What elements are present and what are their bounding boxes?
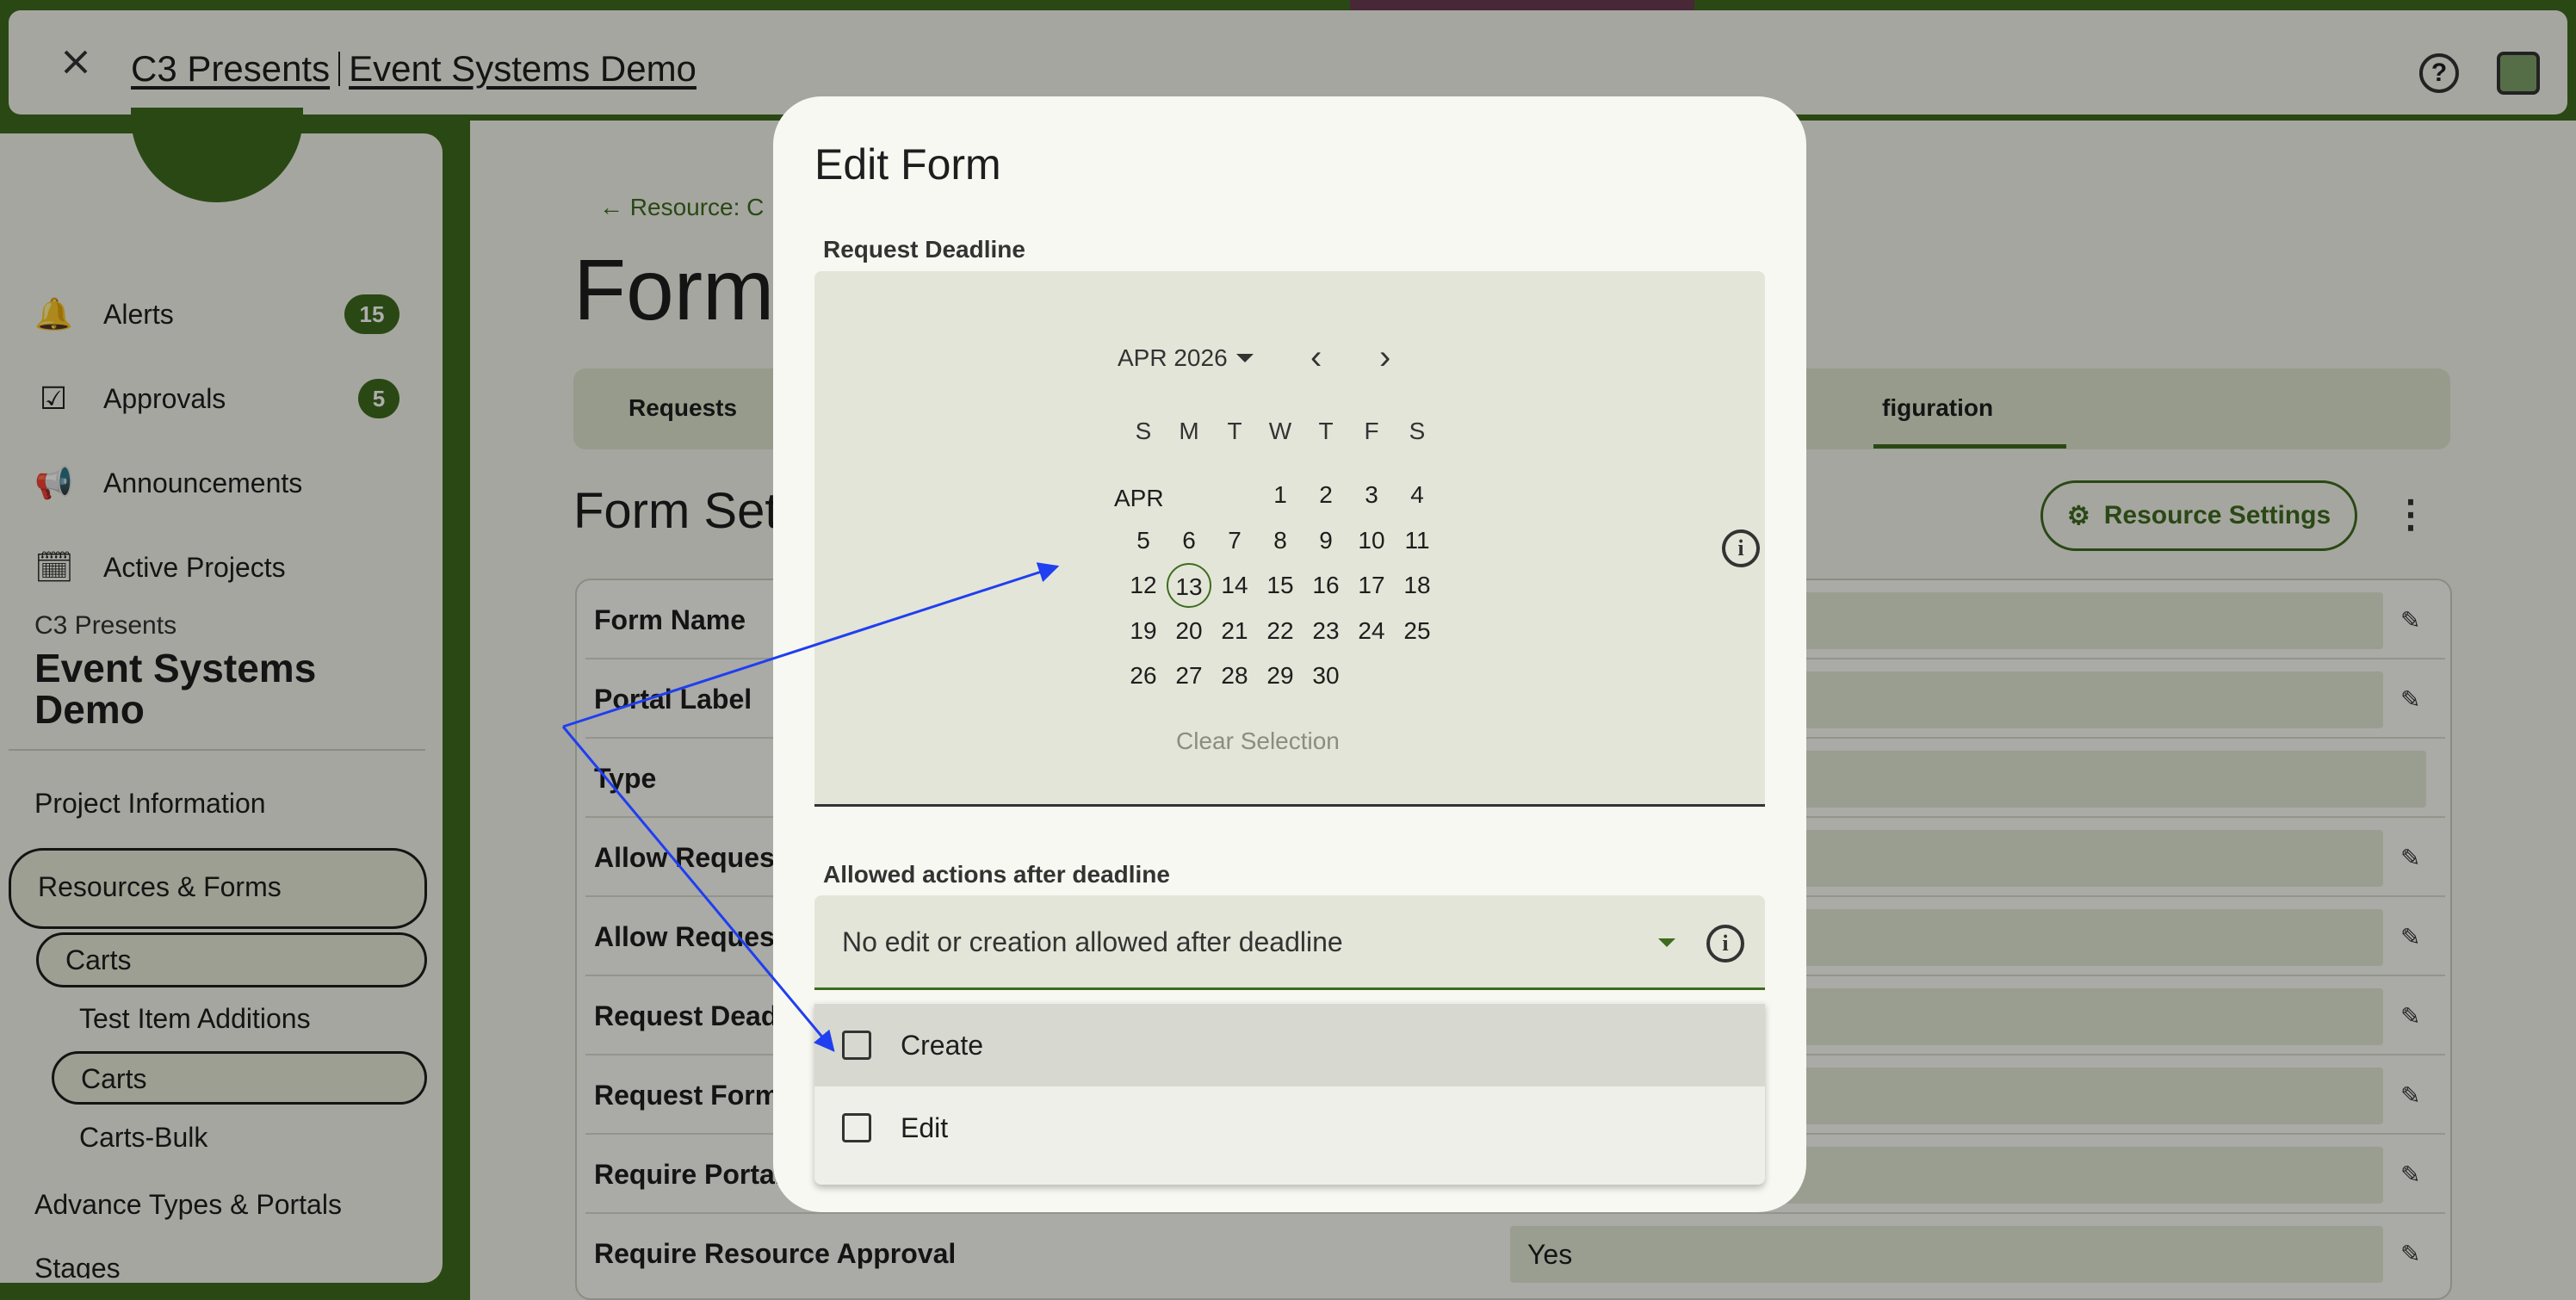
calendar-day[interactable]: 30 [1303,653,1348,698]
calendar-day[interactable]: 1 [1258,473,1303,517]
weekday-label: W [1268,418,1292,444]
menu-item-edit[interactable]: Edit [814,1086,1765,1169]
calendar-day[interactable]: 10 [1349,518,1394,563]
calendar-month-label: APR [1114,485,1164,511]
calendar-day[interactable]: 8 [1258,518,1303,563]
checkbox[interactable] [842,1031,871,1060]
calendar-day[interactable]: 26 [1121,653,1166,698]
select-value: No edit or creation allowed after deadli… [842,926,1343,957]
menu-item-create[interactable]: Create [814,1004,1765,1086]
month-year-label: APR 2026 [1118,344,1228,371]
calendar-day[interactable]: 4 [1395,473,1440,517]
calendar-day[interactable]: 11 [1395,518,1440,563]
calendar-day[interactable]: 2 [1303,473,1348,517]
calendar-day[interactable]: 22 [1258,609,1303,653]
calendar-day[interactable]: 28 [1212,653,1257,698]
dropdown-arrow-icon [1658,938,1675,947]
calendar-day[interactable]: 17 [1349,563,1394,608]
dialog-title: Edit Form [814,140,1001,189]
calendar-day[interactable]: 15 [1258,563,1303,608]
weekday-label: T [1318,418,1334,444]
menu-item-label: Edit [901,1111,949,1143]
chevron-left-icon[interactable]: ‹ [1310,338,1322,377]
request-deadline-label: Request Deadline [823,236,1025,263]
dropdown-arrow-icon [1235,354,1254,362]
calendar-day[interactable]: 14 [1212,563,1257,608]
weekday-label: S [1409,418,1426,444]
month-year-selector[interactable]: APR 2026 [1118,344,1254,372]
calendar-day[interactable]: 9 [1303,518,1348,563]
actions-dropdown-menu: Create Edit [814,1002,1765,1185]
calendar-day[interactable]: 19 [1121,609,1166,653]
calendar-day[interactable]: 16 [1303,563,1348,608]
calendar-day[interactable]: 7 [1212,518,1257,563]
calendar-day[interactable]: 20 [1167,609,1211,653]
info-icon[interactable]: i [1706,925,1744,963]
edit-form-dialog: Edit Form Request Deadline APR 2026 ‹ › … [773,96,1806,1212]
weekday-label: M [1179,418,1199,444]
calendar-day[interactable]: 21 [1212,609,1257,653]
calendar-day[interactable]: 27 [1167,653,1211,698]
allowed-actions-select[interactable]: No edit or creation allowed after deadli… [814,895,1765,990]
chevron-right-icon[interactable]: › [1379,338,1390,377]
checkbox[interactable] [842,1113,871,1142]
calendar-day[interactable]: 3 [1349,473,1394,517]
calendar-day[interactable]: 23 [1303,609,1348,653]
calendar-day[interactable]: 29 [1258,653,1303,698]
calendar-day-today[interactable]: 13 [1167,563,1211,608]
clear-selection-button[interactable]: Clear Selection [1176,727,1340,755]
calendar-day[interactable]: 24 [1349,609,1394,653]
date-picker: APR 2026 ‹ › S M T W T F S APR 123456789… [814,271,1765,807]
allowed-actions-label: Allowed actions after deadline [823,861,1170,888]
calendar-day[interactable]: 6 [1167,518,1211,563]
calendar-day[interactable]: 5 [1121,518,1166,563]
weekday-label: F [1364,418,1379,444]
weekday-label: S [1135,418,1152,444]
menu-item-label: Create [901,1029,984,1061]
info-icon[interactable]: i [1722,529,1760,567]
calendar-day[interactable]: 12 [1121,563,1166,608]
calendar-day[interactable]: 18 [1395,563,1440,608]
weekday-label: T [1227,418,1242,444]
calendar-day[interactable]: 25 [1395,609,1440,653]
